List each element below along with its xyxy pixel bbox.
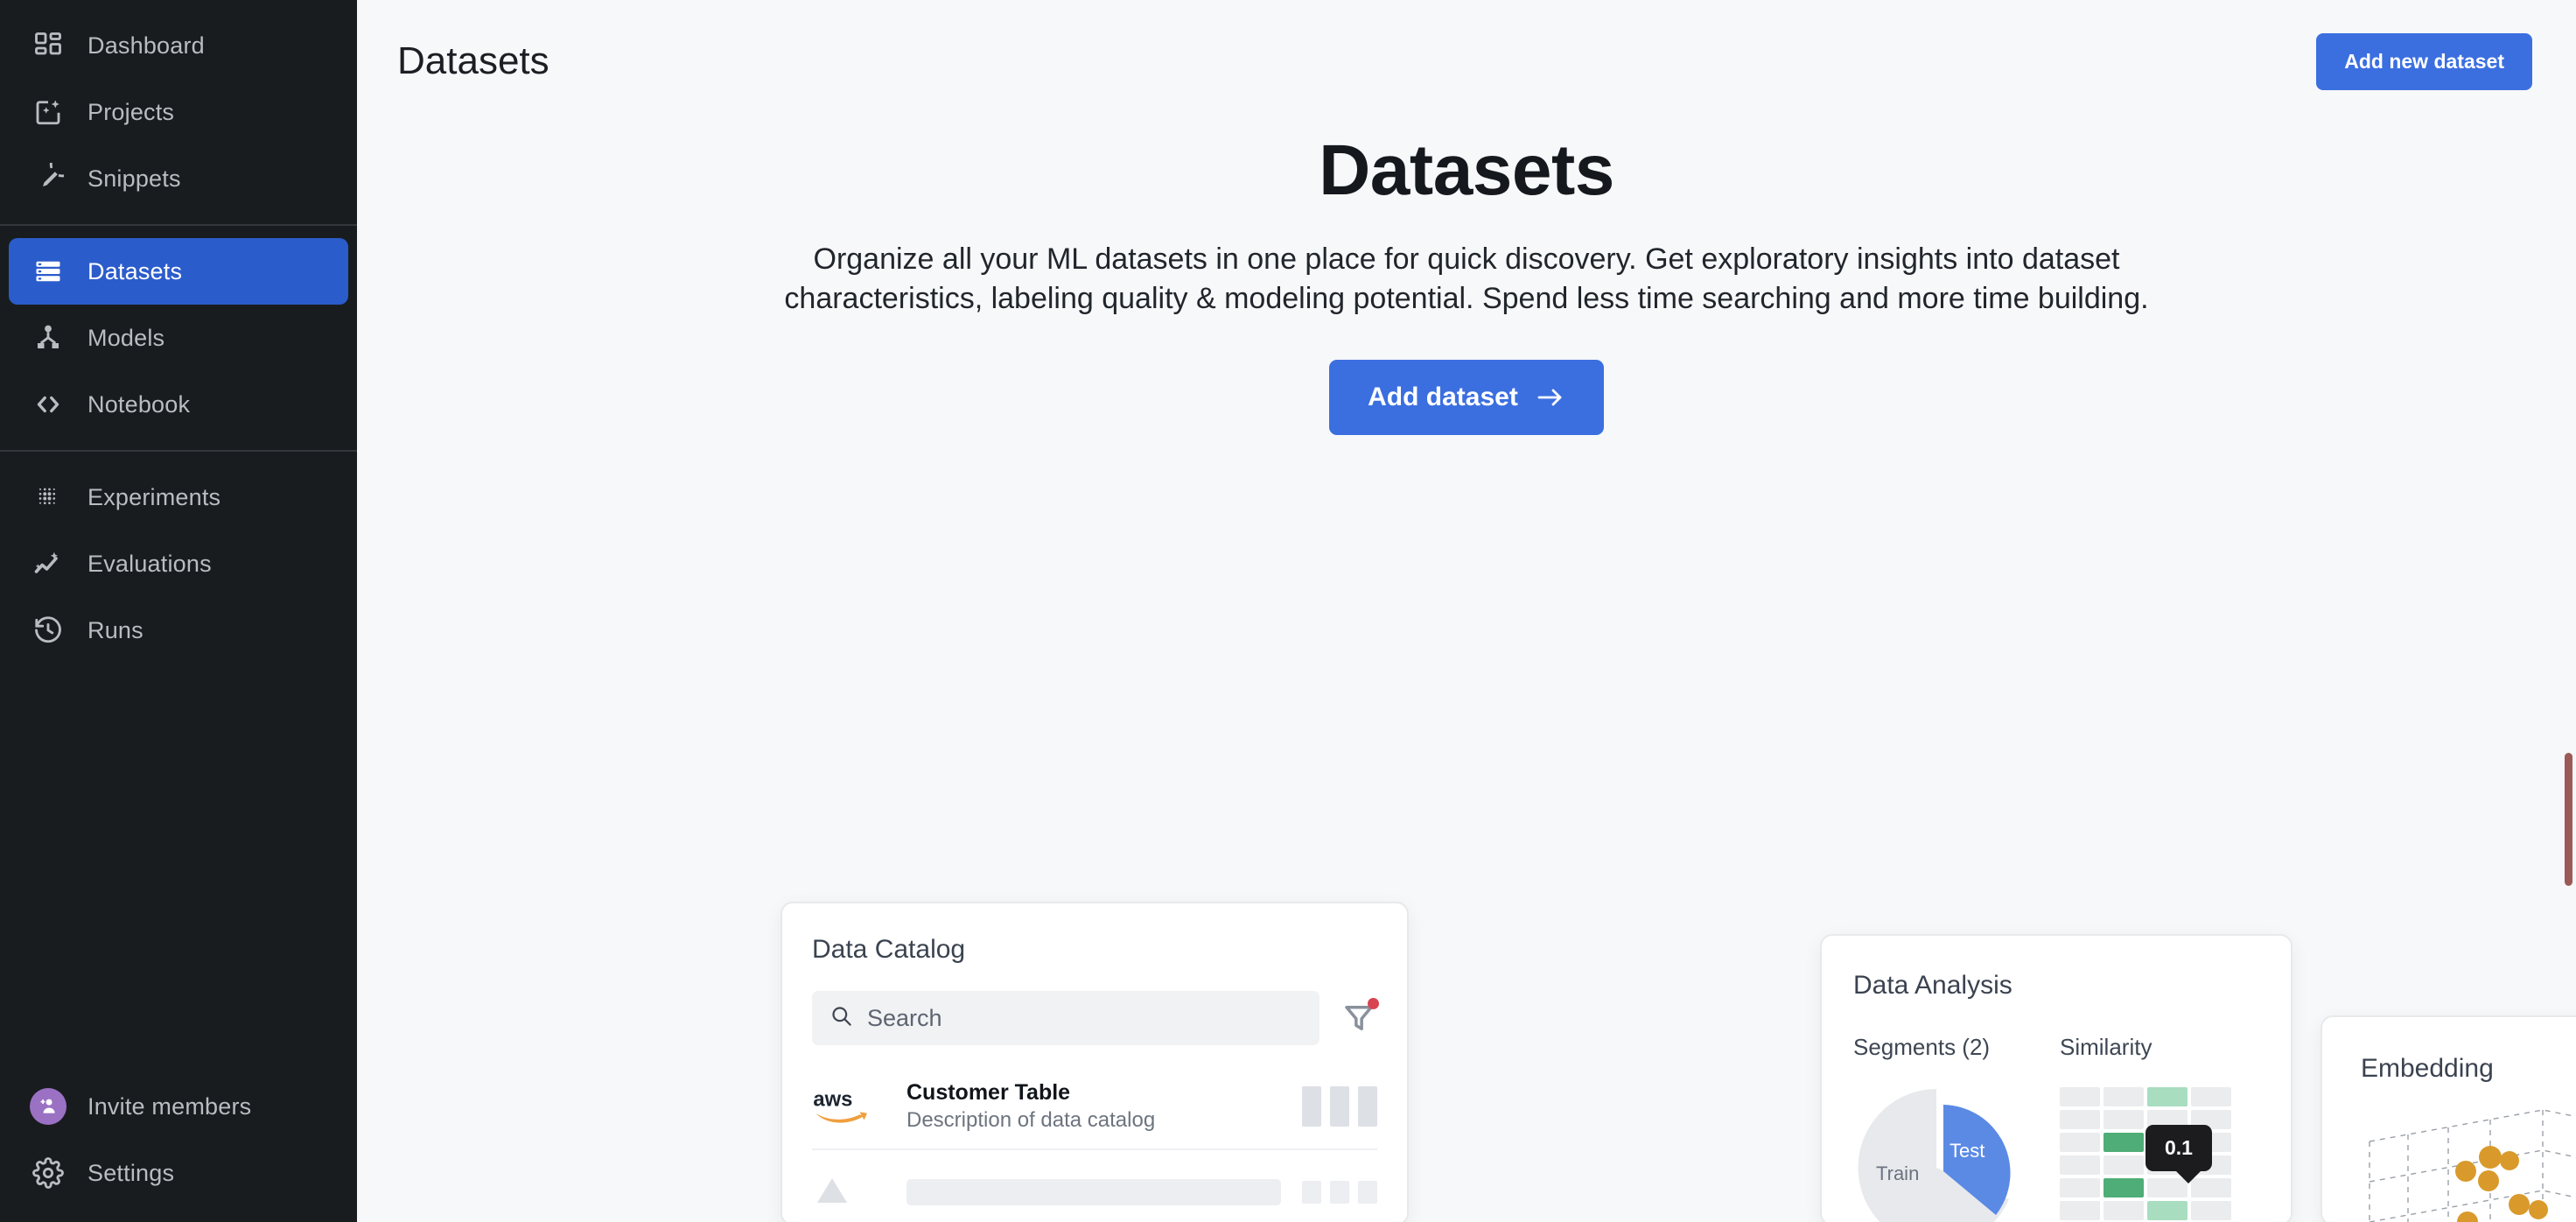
page-title: Datasets bbox=[397, 39, 550, 82]
hero-section: Datasets Organize all your ML datasets i… bbox=[357, 123, 2576, 435]
segments-pie-chart: Train Test bbox=[1853, 1087, 2028, 1222]
illustration-group: Data Catalog Search aws Customer Table D… bbox=[357, 893, 2576, 1222]
dataset-description: Description of data catalog bbox=[906, 1108, 1156, 1132]
gear-icon bbox=[30, 1155, 66, 1191]
data-analysis-title: Data Analysis bbox=[1853, 971, 2012, 1000]
table-row[interactable]: aws Customer Table Description of data c… bbox=[812, 1080, 1377, 1150]
sidebar-item-settings[interactable]: Settings bbox=[9, 1140, 348, 1206]
sidebar-item-label: Projects bbox=[88, 98, 175, 125]
row-metric-bars bbox=[1302, 1086, 1377, 1127]
sidebar-group-primary: Dashboard Projects Snippets bbox=[0, 12, 357, 226]
sidebar-item-label: Evaluations bbox=[88, 550, 212, 577]
arrow-right-icon bbox=[1536, 387, 1565, 408]
sidebar-item-dashboard[interactable]: Dashboard bbox=[9, 12, 348, 79]
top-bar: Datasets Add new dataset bbox=[357, 0, 2576, 123]
embedding-card: Embedding bbox=[2320, 1015, 2576, 1222]
sidebar-item-datasets[interactable]: Datasets bbox=[9, 238, 348, 305]
sidebar-item-label: Datasets bbox=[88, 257, 183, 284]
sidebar-item-models[interactable]: Models bbox=[9, 305, 348, 371]
add-dataset-button[interactable]: Add dataset bbox=[1329, 359, 1604, 435]
search-placeholder: Search bbox=[867, 1004, 942, 1031]
svg-text:aws: aws bbox=[813, 1087, 852, 1111]
notebook-icon bbox=[30, 386, 66, 423]
runs-icon bbox=[30, 612, 66, 649]
add-dataset-label: Add dataset bbox=[1368, 382, 1518, 411]
vertical-scrollbar[interactable] bbox=[2565, 753, 2572, 886]
sidebar-group-bottom: Invite members Settings bbox=[0, 1073, 357, 1222]
row-text: Customer Table Description of data catal… bbox=[906, 1080, 1281, 1133]
datasets-icon bbox=[30, 253, 66, 290]
sidebar-item-snippets[interactable]: Snippets bbox=[9, 145, 348, 212]
sidebar-item-label: Runs bbox=[88, 616, 144, 643]
main-content: Datasets Add new dataset Datasets Organi… bbox=[357, 0, 2576, 1222]
sidebar-item-label: Notebook bbox=[88, 390, 191, 418]
table-row-placeholder bbox=[812, 1173, 1377, 1211]
sidebar-item-label: Models bbox=[88, 324, 165, 351]
sidebar-group-tracking: Experiments Evaluations Runs bbox=[0, 452, 357, 664]
similarity-column: Similarity bbox=[2060, 1034, 2231, 1222]
dashboard-icon bbox=[30, 27, 66, 64]
data-catalog-title: Data Catalog bbox=[812, 935, 966, 964]
sidebar-group-ml: Datasets Models Notebook bbox=[0, 226, 357, 452]
search-icon bbox=[830, 1004, 853, 1032]
app-root: Dashboard Projects Snippets Datasets Mod… bbox=[0, 0, 2576, 1222]
pie-label-test: Test bbox=[1950, 1140, 1985, 1162]
catalog-search-row: Search bbox=[812, 991, 1379, 1045]
invite-members-icon bbox=[30, 1088, 66, 1125]
row-logo-placeholder bbox=[812, 1173, 886, 1211]
pie-label-train: Train bbox=[1876, 1162, 1920, 1184]
sidebar-item-projects[interactable]: Projects bbox=[9, 79, 348, 145]
similarity-heatmap bbox=[2060, 1087, 2231, 1220]
projects-icon bbox=[30, 94, 66, 130]
embedding-scatter-plot bbox=[2361, 1106, 2576, 1222]
aws-logo: aws bbox=[812, 1085, 886, 1129]
row-text-placeholder bbox=[906, 1178, 1281, 1205]
hero-description: Organize all your ML datasets in one pla… bbox=[784, 242, 2149, 316]
sidebar-item-experiments[interactable]: Experiments bbox=[9, 464, 348, 530]
sidebar-item-label: Settings bbox=[88, 1159, 175, 1186]
sidebar-item-invite-members[interactable]: Invite members bbox=[9, 1073, 348, 1140]
row-metric-bars-placeholder bbox=[1302, 1180, 1377, 1204]
analysis-columns: Segments (2) Train Test Similarity bbox=[1853, 1034, 2259, 1222]
filter-icon[interactable] bbox=[1340, 998, 1379, 1036]
models-icon bbox=[30, 320, 66, 356]
data-analysis-card: Data Analysis Segments (2) Train Test Si… bbox=[1820, 934, 2292, 1222]
snippets-icon bbox=[30, 160, 66, 197]
evaluations-icon bbox=[30, 545, 66, 582]
hero-title: Datasets bbox=[1319, 130, 1614, 210]
sidebar: Dashboard Projects Snippets Datasets Mod… bbox=[0, 0, 357, 1222]
heatmap-tooltip: 0.1 bbox=[2146, 1125, 2212, 1183]
sidebar-item-label: Dashboard bbox=[88, 32, 205, 59]
sidebar-item-evaluations[interactable]: Evaluations bbox=[9, 530, 348, 597]
sidebar-item-label: Snippets bbox=[88, 165, 181, 192]
dataset-name: Customer Table bbox=[906, 1080, 1071, 1105]
sidebar-item-label: Invite members bbox=[88, 1092, 252, 1120]
sidebar-item-runs[interactable]: Runs bbox=[9, 597, 348, 664]
similarity-label: Similarity bbox=[2060, 1034, 2152, 1060]
data-catalog-card: Data Catalog Search aws Customer Table D… bbox=[780, 902, 1409, 1222]
search-input[interactable]: Search bbox=[812, 991, 1320, 1045]
segments-column: Segments (2) Train Test bbox=[1853, 1034, 2028, 1222]
experiments-icon bbox=[30, 479, 66, 516]
filter-badge-dot bbox=[1368, 998, 1379, 1009]
sidebar-item-label: Experiments bbox=[88, 483, 221, 510]
add-new-dataset-button[interactable]: Add new dataset bbox=[2316, 32, 2532, 90]
sidebar-item-notebook[interactable]: Notebook bbox=[9, 371, 348, 438]
embedding-title: Embedding bbox=[2361, 1054, 2494, 1083]
segments-label: Segments (2) bbox=[1853, 1034, 1991, 1060]
